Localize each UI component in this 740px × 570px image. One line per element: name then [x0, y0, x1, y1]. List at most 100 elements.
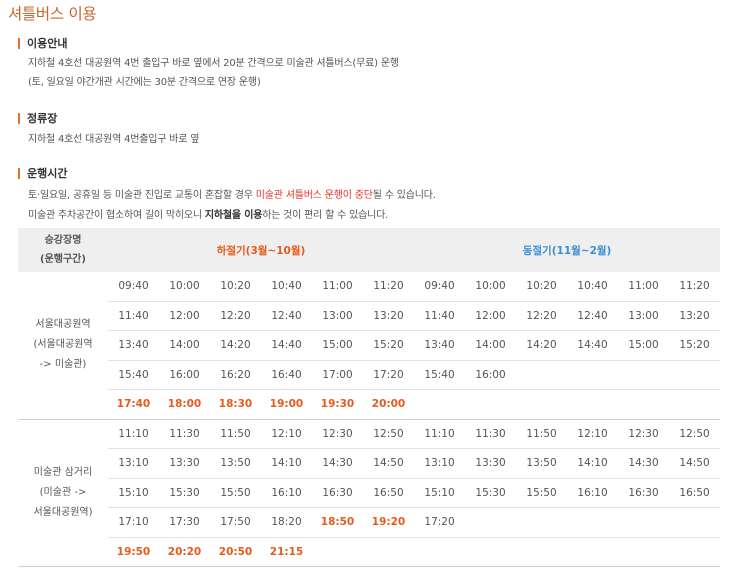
time-cell	[618, 537, 670, 567]
schedule-row: 13:10 13:30 13:50 14:10 14:30 14:50 13:10 13:30…	[18, 448, 721, 479]
time-cell: 12:00	[465, 301, 517, 331]
hours-line-1-end: 될 수 있습니다.	[372, 190, 436, 201]
hours-line-1: 토·일요일, 공휴일 등 미술관 진입로 교통이 혼잡할 경우 미술관 셔틀버스…	[28, 186, 436, 201]
time-cell: 15:40	[414, 360, 466, 390]
time-cell	[414, 389, 466, 420]
time-cell: 12:00	[159, 301, 210, 331]
time-cell: 18:50	[312, 507, 363, 538]
time-cell: 10:20	[516, 272, 568, 302]
time-cell: 13:00	[312, 301, 363, 331]
time-cell: 17:30	[159, 507, 210, 538]
hours-line-1-warning: 미술관 셔틀버스 운행이 중단	[255, 190, 373, 201]
section-guide-heading: 이용안내	[27, 37, 68, 50]
schedule-row: 15:10 15:30 15:50 16:10 16:30 16:50 15:10 15:30…	[18, 478, 721, 508]
station-header-sublabel: (운행구간)	[40, 254, 86, 265]
time-cell: 19:50	[108, 537, 159, 567]
time-cell: 14:10	[567, 448, 619, 479]
time-cell: 14:20	[516, 330, 568, 361]
group-seoul-grand-park: 서울대공원역 (서울대공원역 -> 미술관) 09:40 10:00 10:20 10:40…	[18, 272, 721, 420]
section-stop-heading: 정류장	[27, 112, 58, 125]
hours-line-2-end: 하는 것이 편리 할 수 있습니다.	[262, 210, 389, 221]
time-cell: 20:00	[363, 389, 415, 420]
time-cell: 13:10	[414, 448, 466, 479]
station-label-line: 서울대공원역	[35, 319, 91, 331]
time-cell: 19:30	[312, 389, 363, 420]
time-cell	[618, 389, 670, 420]
hours-line-2: 미술관 주차공간이 협소하여 길이 막히오니 지하철을 이용하는 것이 편리 할…	[28, 206, 388, 221]
time-cell: 15:30	[159, 478, 210, 508]
section-hours-heading: 운행시간	[27, 167, 68, 180]
time-cell	[669, 389, 721, 420]
time-cell: 13:40	[414, 330, 466, 361]
hours-line-2-text: 미술관 주차공간이 협소하여 길이 막히오니	[28, 210, 205, 221]
time-cell	[465, 537, 517, 567]
time-cell: 15:10	[108, 478, 159, 508]
time-cell: 11:30	[159, 419, 210, 449]
schedule-row: 13:40 14:00 14:20 14:40 15:00 15:20 13:40 14:00…	[18, 330, 721, 361]
time-cell	[414, 537, 466, 567]
time-cell: 13:50	[516, 448, 568, 479]
time-cell: 11:40	[414, 301, 466, 331]
stop-line-1: 지하철 4호선 대공원역 4번출입구 바로 옆	[28, 134, 200, 145]
time-cell	[618, 507, 670, 538]
time-cell: 11:30	[465, 419, 517, 449]
time-cell	[618, 360, 670, 390]
time-cell	[669, 537, 721, 567]
shuttle-schedule-table: 승강장명 (운행구간) 하절기(3월~10월) 동절기(11월~2월) 서울대공…	[18, 228, 721, 567]
time-cell: 14:40	[261, 330, 312, 361]
station-seoul-grand-park: 서울대공원역 (서울대공원역 -> 미술관)	[18, 272, 108, 420]
time-cell	[363, 537, 415, 567]
station-label-line: 서울대공원역)	[33, 506, 93, 518]
time-cell	[567, 360, 619, 390]
schedule-row: 15:40 16:00 16:20 16:40 17:00 17:20 15:40 16:00	[18, 360, 721, 390]
time-cell: 11:50	[210, 419, 261, 449]
time-cell: 14:00	[159, 330, 210, 361]
guide-line-1: 지하철 4호선 대공원역 4번 출입구 바로 옆에서 20분 간격으로 미술관 …	[28, 58, 399, 69]
time-cell	[567, 507, 619, 538]
time-cell: 12:30	[312, 419, 363, 449]
schedule-row: 19:50 20:20 20:50 21:15	[18, 537, 721, 567]
time-cell: 14:00	[465, 330, 517, 361]
time-cell: 16:00	[159, 360, 210, 390]
time-cell: 18:00	[159, 389, 210, 420]
time-cell: 16:00	[465, 360, 517, 390]
time-cell: 17:20	[363, 360, 415, 390]
time-cell	[516, 537, 568, 567]
time-cell: 10:20	[210, 272, 261, 302]
time-cell: 14:50	[669, 448, 721, 479]
time-cell: 16:20	[210, 360, 261, 390]
time-cell: 16:50	[363, 478, 415, 508]
time-cell: 12:50	[669, 419, 721, 449]
time-cell	[567, 537, 619, 567]
time-cell: 15:40	[108, 360, 159, 390]
station-museum-junction: 미술관 삼거리 (미술관 -> 서울대공원역)	[18, 419, 108, 567]
time-cell: 11:10	[108, 419, 159, 449]
time-cell: 13:40	[108, 330, 159, 361]
time-cell: 15:20	[669, 330, 721, 361]
station-label-line: 미술관 삼거리	[33, 466, 93, 478]
time-cell: 12:30	[618, 419, 670, 449]
time-cell: 14:40	[567, 330, 619, 361]
time-cell: 12:20	[516, 301, 568, 331]
time-cell: 11:20	[669, 272, 721, 302]
hours-line-2-emphasis: 지하철을 이용	[204, 210, 263, 221]
schedule-row: 서울대공원역 (서울대공원역 -> 미술관) 09:40 10:00 10:20 10:40…	[18, 272, 721, 420]
time-cell: 16:50	[669, 478, 721, 508]
station-label-line: (서울대공원역	[33, 339, 93, 351]
group-museum-junction: 미술관 삼거리 (미술관 -> 서울대공원역) 11:10 11:30 11:50 12:1…	[18, 419, 721, 567]
time-cell: 10:00	[159, 272, 210, 302]
schedule-row: 미술관 삼거리 (미술관 -> 서울대공원역) 11:10 11:30 11:50 12:1…	[18, 419, 721, 567]
time-cell: 12:20	[210, 301, 261, 331]
time-cell: 15:00	[312, 330, 363, 361]
time-cell: 17:50	[210, 507, 261, 538]
time-cell: 10:40	[567, 272, 619, 302]
time-cell: 14:30	[312, 448, 363, 479]
station-column-header: 승강장명 (운행구간)	[18, 228, 108, 272]
schedule-row: 11:40 12:00 12:20 12:40 13:00 13:20 11:40 12:00…	[18, 301, 721, 331]
time-cell: 21:15	[261, 537, 312, 567]
time-cell: 15:50	[516, 478, 568, 508]
time-cell	[669, 360, 721, 390]
time-cell: 14:10	[261, 448, 312, 479]
station-label-line: (미술관 ->	[39, 486, 87, 498]
time-cell	[465, 389, 517, 420]
